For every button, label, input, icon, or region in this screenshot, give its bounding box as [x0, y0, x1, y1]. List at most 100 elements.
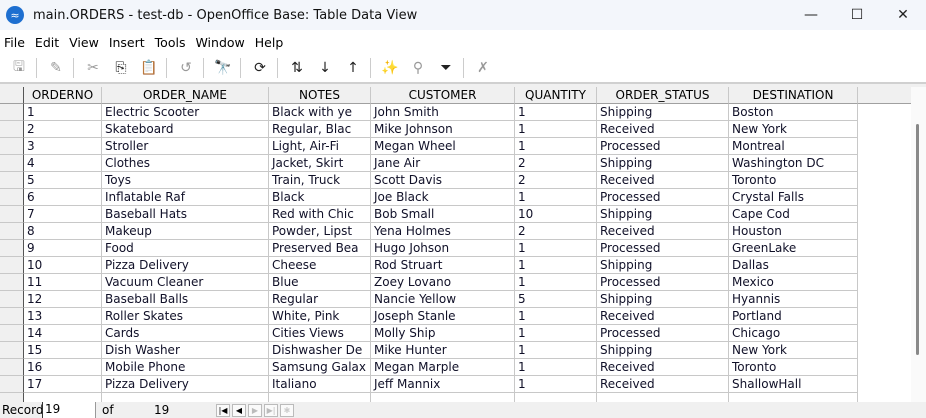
row-header[interactable]: [0, 393, 24, 402]
table-cell[interactable]: New York: [729, 342, 858, 359]
corner-cell[interactable]: [0, 87, 24, 104]
next-record-icon[interactable]: ▶: [248, 403, 262, 417]
table-cell[interactable]: 1: [515, 257, 597, 274]
row-header[interactable]: [0, 342, 24, 359]
table-cell[interactable]: Black with ye: [269, 104, 371, 121]
row-header[interactable]: [0, 172, 24, 189]
table-cell[interactable]: Regular, Blac: [269, 121, 371, 138]
table-cell[interactable]: Mexico: [729, 274, 858, 291]
table-cell[interactable]: Toronto: [729, 359, 858, 376]
table-cell[interactable]: ShallowHall: [729, 376, 858, 393]
table-cell[interactable]: Crystal Falls: [729, 189, 858, 206]
table-cell[interactable]: Portland: [729, 308, 858, 325]
table-cell[interactable]: Processed: [597, 274, 729, 291]
table-cell[interactable]: Roller Skates: [102, 308, 269, 325]
copy-icon[interactable]: ⎘: [110, 57, 132, 79]
table-cell[interactable]: Clothes: [102, 155, 269, 172]
table-cell[interactable]: 1: [515, 308, 597, 325]
row-header[interactable]: [0, 291, 24, 308]
table-cell[interactable]: Food: [102, 240, 269, 257]
table-cell[interactable]: Nancie Yellow: [371, 291, 515, 308]
table-cell[interactable]: Cities Views: [269, 325, 371, 342]
table-cell[interactable]: 1: [515, 376, 597, 393]
table-cell[interactable]: Megan Marple: [371, 359, 515, 376]
close-button[interactable]: ✕: [880, 0, 926, 30]
table-cell[interactable]: Bob Small: [371, 206, 515, 223]
table-cell[interactable]: Hyannis: [729, 291, 858, 308]
column-header[interactable]: NOTES: [269, 87, 371, 104]
table-row[interactable]: [0, 393, 911, 402]
table-cell[interactable]: Jane Air: [371, 155, 515, 172]
table-cell[interactable]: Baseball Balls: [102, 291, 269, 308]
table-row[interactable]: 15 Dish Washer Dishwasher De Mike Hunter 1 Sh…: [0, 342, 911, 359]
table-row[interactable]: 16 Mobile Phone Samsung Galax Megan Marple 1…: [0, 359, 911, 376]
table-cell[interactable]: 6: [24, 189, 102, 206]
table-cell[interactable]: Shipping: [597, 155, 729, 172]
table-cell[interactable]: 2: [515, 172, 597, 189]
row-header[interactable]: [0, 376, 24, 393]
row-header[interactable]: [0, 308, 24, 325]
sort-ascending-icon[interactable]: ↓: [314, 57, 336, 79]
table-cell[interactable]: 10: [24, 257, 102, 274]
table-cell[interactable]: Received: [597, 172, 729, 189]
remove-filter-icon[interactable]: ✗: [472, 57, 494, 79]
menu-file[interactable]: File: [4, 35, 25, 50]
column-header[interactable]: ORDER_NAME: [102, 87, 269, 104]
table-cell[interactable]: GreenLake: [729, 240, 858, 257]
table-cell[interactable]: 4: [24, 155, 102, 172]
table-cell[interactable]: Processed: [597, 138, 729, 155]
table-cell[interactable]: Molly Ship: [371, 325, 515, 342]
table-cell[interactable]: Megan Wheel: [371, 138, 515, 155]
table-cell[interactable]: Processed: [597, 325, 729, 342]
table-cell[interactable]: [371, 393, 515, 402]
table-row[interactable]: 4 Clothes Jacket, Skirt Jane Air 2 Shipping Wa…: [0, 155, 911, 172]
minimize-button[interactable]: —: [788, 0, 834, 30]
table-cell[interactable]: Skateboard: [102, 121, 269, 138]
table-cell[interactable]: 12: [24, 291, 102, 308]
menu-help[interactable]: Help: [255, 35, 284, 50]
table-cell[interactable]: Black: [269, 189, 371, 206]
table-cell[interactable]: 1: [515, 325, 597, 342]
table-cell[interactable]: Shipping: [597, 342, 729, 359]
table-cell[interactable]: 1: [515, 189, 597, 206]
refresh-icon[interactable]: ⟳: [249, 57, 271, 79]
find-icon[interactable]: 🔭: [212, 57, 234, 79]
table-cell[interactable]: Inflatable Raf: [102, 189, 269, 206]
table-cell[interactable]: Washington DC: [729, 155, 858, 172]
new-record-icon[interactable]: ✱: [280, 403, 294, 417]
first-record-icon[interactable]: |◀: [216, 403, 230, 417]
table-cell[interactable]: Mike Johnson: [371, 121, 515, 138]
table-cell[interactable]: 1: [515, 274, 597, 291]
row-header[interactable]: [0, 206, 24, 223]
table-cell[interactable]: Stroller: [102, 138, 269, 155]
table-cell[interactable]: Powder, Lipst: [269, 223, 371, 240]
paste-icon[interactable]: 📋: [138, 57, 160, 79]
table-cell[interactable]: Train, Truck: [269, 172, 371, 189]
row-header[interactable]: [0, 325, 24, 342]
table-cell[interactable]: Rod Struart: [371, 257, 515, 274]
column-header[interactable]: ORDER_STATUS: [597, 87, 729, 104]
table-cell[interactable]: 1: [515, 240, 597, 257]
row-header[interactable]: [0, 359, 24, 376]
table-row[interactable]: 2 Skateboard Regular, Blac Mike Johnson 1 Rec…: [0, 121, 911, 138]
menu-tools[interactable]: Tools: [155, 35, 186, 50]
table-cell[interactable]: Jacket, Skirt: [269, 155, 371, 172]
table-cell[interactable]: Yena Holmes: [371, 223, 515, 240]
menu-edit[interactable]: Edit: [35, 35, 59, 50]
table-cell[interactable]: Zoey Lovano: [371, 274, 515, 291]
table-cell[interactable]: 3: [24, 138, 102, 155]
table-cell[interactable]: Toronto: [729, 172, 858, 189]
table-cell[interactable]: Processed: [597, 240, 729, 257]
table-cell[interactable]: Joseph Stanle: [371, 308, 515, 325]
sort-icon[interactable]: ⇅: [286, 57, 308, 79]
table-cell[interactable]: 1: [515, 104, 597, 121]
table-cell[interactable]: 1: [24, 104, 102, 121]
table-cell[interactable]: 1: [515, 121, 597, 138]
table-cell[interactable]: Houston: [729, 223, 858, 240]
menu-window[interactable]: Window: [195, 35, 244, 50]
table-row[interactable]: 3 Stroller Light, Air-Fi Megan Wheel 1 Proces…: [0, 138, 911, 155]
table-cell[interactable]: Dishwasher De: [269, 342, 371, 359]
table-cell[interactable]: Montreal: [729, 138, 858, 155]
row-header[interactable]: [0, 223, 24, 240]
table-cell[interactable]: Makeup: [102, 223, 269, 240]
